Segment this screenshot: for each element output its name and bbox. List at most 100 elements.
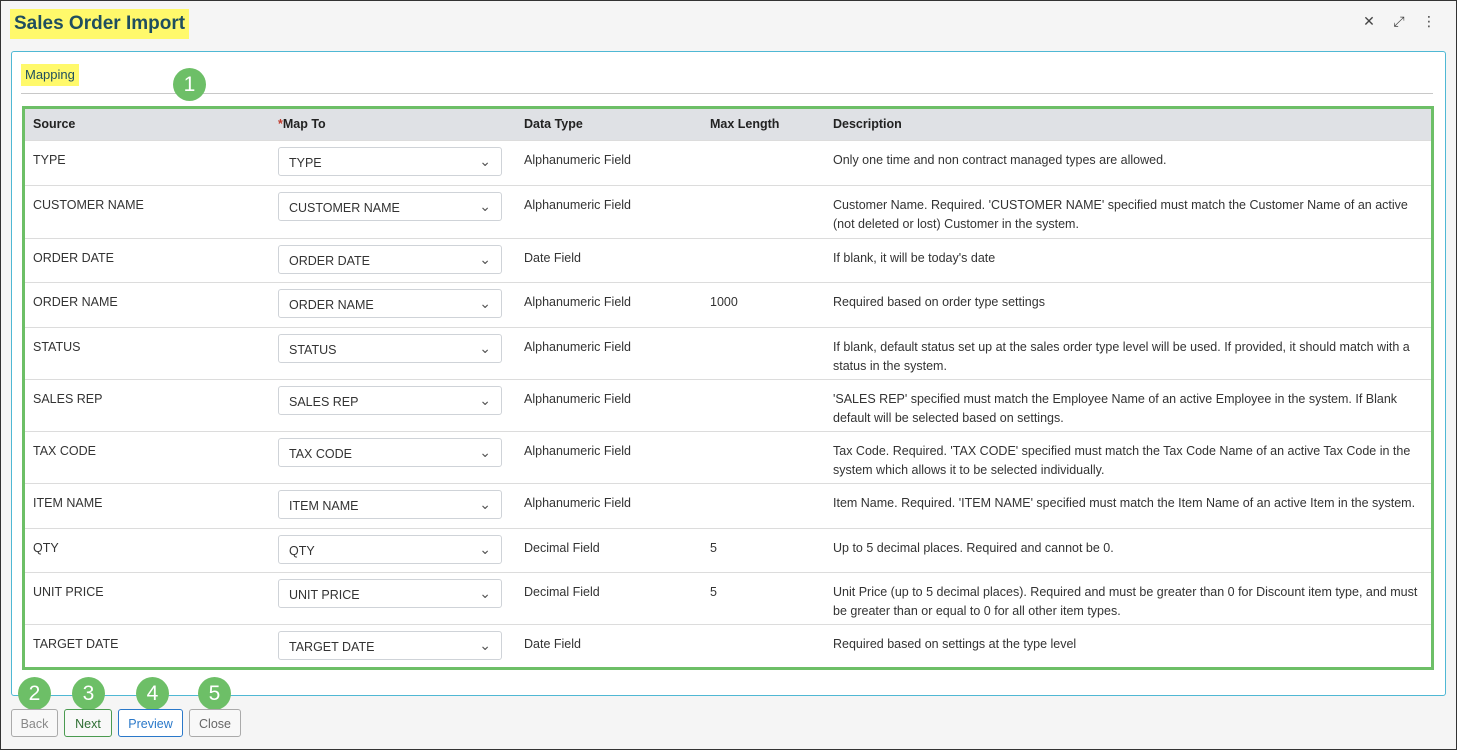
map-to-cell: STATUS ⌄ — [270, 326, 516, 379]
max-length-cell: 5 — [702, 571, 825, 624]
table-row: TARGET DATE TARGET DATE ⌄ Date Field Require… — [25, 623, 1431, 667]
table-row: TYPE TYPE ⌄ Alphanumeric Field Only one time… — [25, 139, 1431, 185]
description-cell: Item Name. Required. 'ITEM NAME' specifi… — [825, 482, 1431, 528]
data-type-cell: Alphanumeric Field — [516, 281, 702, 327]
description-cell: Unit Price (up to 5 decimal places). Req… — [825, 571, 1431, 624]
map-to-selected-value: SALES REP — [289, 394, 359, 409]
header-description: Description — [833, 117, 902, 132]
chevron-down-icon[interactable]: ⌄ — [479, 250, 491, 268]
source-cell: ORDER NAME — [25, 281, 270, 327]
map-to-select[interactable]: UNIT PRICE ⌄ — [278, 578, 502, 608]
next-button[interactable]: Next — [64, 709, 112, 737]
source-cell: TARGET DATE — [25, 623, 270, 667]
chevron-down-icon[interactable]: ⌄ — [479, 636, 491, 654]
chevron-down-icon[interactable]: ⌄ — [479, 339, 491, 357]
map-to-selected-value: QTY — [289, 543, 315, 558]
header-data-type: Data Type — [524, 117, 583, 132]
callout-badge-3: 3 — [72, 677, 105, 710]
source-cell: TYPE — [25, 139, 270, 185]
chevron-down-icon[interactable]: ⌄ — [479, 540, 491, 558]
max-length-cell — [702, 430, 825, 483]
chevron-down-icon[interactable]: ⌄ — [479, 152, 491, 170]
table-row: CUSTOMER NAME CUSTOMER NAME ⌄ Alphanumeric … — [25, 184, 1431, 238]
description-cell: Only one time and non contract managed t… — [825, 139, 1431, 185]
data-type-cell: Alphanumeric Field — [516, 378, 702, 431]
description-cell: Up to 5 decimal places. Required and can… — [825, 527, 1431, 572]
max-length-cell — [702, 623, 825, 667]
data-type-cell: Decimal Field — [516, 571, 702, 624]
chevron-down-icon[interactable]: ⌄ — [479, 495, 491, 513]
data-type-cell: Alphanumeric Field — [516, 326, 702, 379]
sales-order-import-window: Sales Order Import ✕ ⤢ ⋮ Mapping Source — [0, 0, 1457, 750]
data-type-cell: Alphanumeric Field — [516, 482, 702, 528]
map-to-cell: TAX CODE ⌄ — [270, 430, 516, 483]
callout-badge-2: 2 — [18, 677, 51, 710]
chevron-down-icon[interactable]: ⌄ — [479, 391, 491, 409]
map-to-selected-value: TAX CODE — [289, 446, 352, 461]
data-type-cell: Date Field — [516, 237, 702, 282]
map-to-cell: UNIT PRICE ⌄ — [270, 571, 516, 624]
map-to-select[interactable]: TARGET DATE ⌄ — [278, 630, 502, 660]
description-cell: Required based on settings at the type l… — [825, 623, 1431, 667]
chevron-down-icon[interactable]: ⌄ — [479, 197, 491, 215]
chevron-down-icon[interactable]: ⌄ — [479, 443, 491, 461]
map-to-cell: SALES REP ⌄ — [270, 378, 516, 431]
source-cell: SALES REP — [25, 378, 270, 431]
map-to-selected-value: ITEM NAME — [289, 498, 359, 513]
map-to-cell: CUSTOMER NAME ⌄ — [270, 184, 516, 238]
map-to-select[interactable]: TAX CODE ⌄ — [278, 437, 502, 467]
map-to-select[interactable]: ORDER DATE ⌄ — [278, 244, 502, 274]
expand-icon[interactable]: ⤢ — [1392, 13, 1406, 29]
description-cell: If blank, default status set up at the s… — [825, 326, 1431, 379]
map-to-cell: ITEM NAME ⌄ — [270, 482, 516, 528]
map-to-cell: QTY ⌄ — [270, 527, 516, 572]
table-row: SALES REP SALES REP ⌄ Alphanumeric Field 'SA… — [25, 378, 1431, 431]
callout-badge-4: 4 — [136, 677, 169, 710]
description-cell: 'SALES REP' specified must match the Emp… — [825, 378, 1431, 431]
map-to-select[interactable]: TYPE ⌄ — [278, 146, 502, 176]
table-row: UNIT PRICE UNIT PRICE ⌄ Decimal Field 5 Unit … — [25, 571, 1431, 624]
max-length-cell — [702, 378, 825, 431]
map-to-cell: ORDER NAME ⌄ — [270, 281, 516, 327]
max-length-cell — [702, 139, 825, 185]
data-type-cell: Alphanumeric Field — [516, 184, 702, 238]
window-controls: ✕ ⤢ ⋮ — [1362, 13, 1436, 29]
data-type-cell: Date Field — [516, 623, 702, 667]
callout-badge-5: 5 — [198, 677, 231, 710]
map-to-select[interactable]: ORDER NAME ⌄ — [278, 288, 502, 318]
chevron-down-icon[interactable]: ⌄ — [479, 584, 491, 602]
data-type-cell: Decimal Field — [516, 527, 702, 572]
source-cell: TAX CODE — [25, 430, 270, 483]
source-cell: ITEM NAME — [25, 482, 270, 528]
chevron-down-icon[interactable]: ⌄ — [479, 294, 491, 312]
back-button[interactable]: Back — [11, 709, 58, 737]
section-divider — [21, 93, 1433, 94]
preview-button[interactable]: Preview — [118, 709, 183, 737]
map-to-selected-value: TYPE — [289, 155, 322, 170]
mapping-panel: Mapping Source *Map To Data Type Max Len… — [11, 51, 1446, 696]
header-max-length: Max Length — [710, 117, 780, 132]
window-title: Sales Order Import — [10, 9, 190, 39]
header-map-to-label: Map To — [282, 117, 326, 132]
callout-badge-1: 1 — [173, 68, 206, 101]
map-to-select[interactable]: SALES REP ⌄ — [278, 385, 502, 415]
map-to-selected-value: ORDER NAME — [289, 297, 374, 312]
close-button[interactable]: Close — [189, 709, 241, 737]
description-cell: If blank, it will be today's date — [825, 237, 1431, 282]
source-cell: ORDER DATE — [25, 237, 270, 282]
mapping-table-container: Source *Map To Data Type Max Length Desc… — [22, 106, 1434, 670]
mapping-table: Source *Map To Data Type Max Length Desc… — [25, 109, 1431, 667]
map-to-selected-value: ORDER DATE — [289, 253, 371, 268]
map-to-select[interactable]: STATUS ⌄ — [278, 333, 502, 363]
map-to-selected-value: CUSTOMER NAME — [289, 200, 400, 215]
map-to-selected-value: TARGET DATE — [289, 639, 375, 654]
map-to-cell: ORDER DATE ⌄ — [270, 237, 516, 282]
more-vertical-icon[interactable]: ⋮ — [1422, 13, 1436, 29]
map-to-select[interactable]: ITEM NAME ⌄ — [278, 489, 502, 519]
max-length-cell: 5 — [702, 527, 825, 572]
map-to-select[interactable]: QTY ⌄ — [278, 534, 502, 564]
map-to-select[interactable]: CUSTOMER NAME ⌄ — [278, 191, 502, 221]
max-length-cell — [702, 326, 825, 379]
source-cell: UNIT PRICE — [25, 571, 270, 624]
close-icon[interactable]: ✕ — [1362, 13, 1376, 29]
